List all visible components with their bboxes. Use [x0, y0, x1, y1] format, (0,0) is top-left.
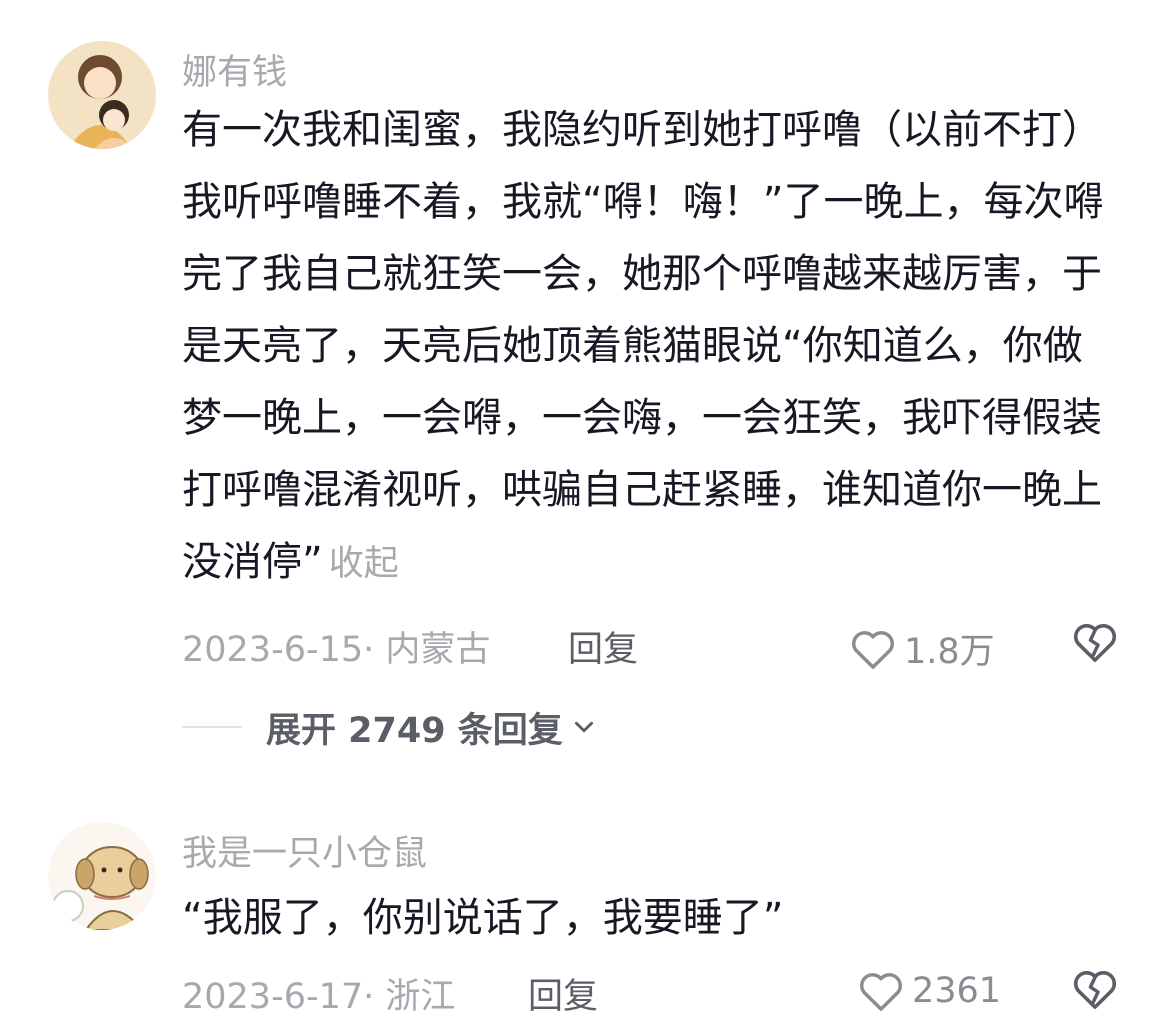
like-button[interactable]: 2361 [858, 970, 1001, 1012]
reply-button[interactable]: 回复 [528, 968, 598, 1019]
comment-text: 有一次我和闺蜜，我隐约听到她打呼噜（以前不打）我听呼噜睡不着，我就“嘚！嗨！”了… [182, 94, 1117, 600]
comment-body: 有一次我和闺蜜，我隐约听到她打呼噜（以前不打）我听呼噜睡不着，我就“嘚！嗨！”了… [182, 107, 1104, 585]
reply-button[interactable]: 回复 [568, 621, 638, 672]
comment-body: “我服了，你别说话了，我要睡了” [182, 895, 784, 941]
comment-location: 内蒙古 [385, 630, 491, 670]
expand-replies-label: 展开 2749 条回复 [266, 710, 563, 751]
dislike-button[interactable] [1072, 621, 1118, 672]
comment-date: 2023-6-17 [182, 977, 364, 1017]
collapse-button[interactable]: 收起 [329, 544, 399, 584]
username[interactable]: 我是一只小仓鼠 [182, 825, 427, 876]
comment-date-location: 2023-6-15· 内蒙古 [182, 630, 491, 670]
heart-outline-icon [852, 630, 894, 669]
expand-replies-row: 展开 2749 条回复 [182, 702, 597, 752]
broken-heart-icon [1073, 624, 1117, 662]
chevron-down-icon [574, 721, 593, 733]
avatar[interactable] [48, 41, 156, 149]
divider [182, 726, 242, 728]
like-count: 2361 [912, 971, 1002, 1011]
avatar[interactable] [48, 822, 156, 930]
comment-text: “我服了，你别说话了，我要睡了” [182, 882, 1117, 954]
comment-date-location: 2023-6-17· 浙江 [182, 977, 456, 1017]
comment-meta: 2023-6-15· 内蒙古 回复 1.8万 [182, 621, 1118, 674]
broken-heart-icon [1073, 971, 1117, 1009]
like-button[interactable]: 1.8万 [850, 623, 995, 674]
expand-replies-button[interactable]: 展开 2749 条回复 [266, 702, 597, 753]
heart-outline-icon [860, 973, 902, 1011]
comment-location: 浙江 [385, 977, 456, 1017]
like-count: 1.8万 [904, 632, 995, 672]
comment-meta: 2023-6-17· 浙江 回复 2361 [182, 968, 1118, 1018]
comment-date: 2023-6-15 [182, 630, 364, 670]
username[interactable]: 娜有钱 [182, 44, 287, 95]
dislike-button[interactable] [1072, 968, 1118, 1019]
